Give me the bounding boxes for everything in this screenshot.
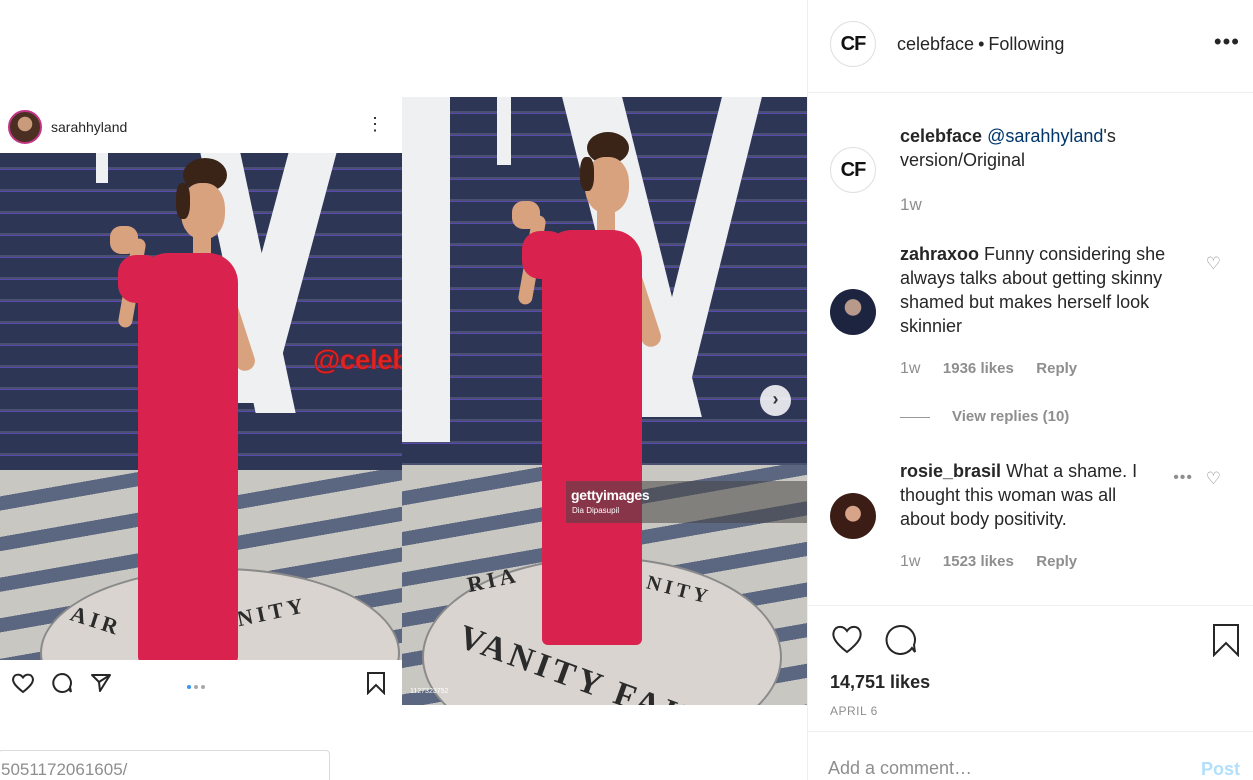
caption-meta: 1w (900, 195, 940, 215)
post-action-bar: 14,751 likes APRIL 6 (808, 605, 1253, 731)
add-comment-bar: Post (808, 731, 1253, 780)
reply-button[interactable]: Reply (1036, 360, 1077, 377)
comment-avatar[interactable] (830, 493, 876, 539)
author-avatar[interactable]: CF (830, 21, 876, 67)
bookmark-icon (367, 672, 385, 695)
comment-meta: 1w 1523 likes Reply (900, 553, 1095, 571)
comment-options-icon[interactable]: ••• (1173, 469, 1193, 487)
reply-button[interactable]: Reply (1036, 553, 1077, 570)
heart-icon (12, 673, 34, 694)
comment-time[interactable]: 1w (900, 360, 920, 377)
share-icon (91, 674, 111, 692)
getty-image-id: 1127323752 (410, 688, 449, 695)
embedded-username: sarahhyland (51, 119, 128, 135)
post-media: sarahhyland ⋮ AIR VANITY @celebface RIA … (0, 0, 807, 780)
chevron-right-icon: › (772, 389, 779, 409)
embedded-post-header: sarahhyland ⋮ (0, 108, 402, 148)
post-comment-button[interactable]: Post (1201, 759, 1240, 780)
view-replies-label: View replies (10) (952, 408, 1070, 425)
save-bookmark-icon[interactable] (1212, 623, 1240, 657)
comment-input[interactable] (828, 758, 1168, 779)
post-side-panel: CF celebface • Following ••• CF celebface … (807, 0, 1253, 780)
header-separator: • (978, 34, 985, 54)
like-heart-icon[interactable] (830, 623, 864, 655)
comment-likes[interactable]: 1936 likes (943, 360, 1014, 377)
next-slide-button[interactable]: › (760, 385, 791, 416)
comment-text: zahraxoo Funny considering she always ta… (900, 242, 1190, 338)
url-text: 5051172061605/ (1, 760, 128, 779)
comment-username[interactable]: zahraxoo (900, 244, 979, 264)
comment-avatar[interactable] (830, 289, 876, 335)
embedded-original-post: sarahhyland ⋮ AIR VANITY (0, 98, 402, 718)
caption-avatar[interactable]: CF (830, 147, 876, 193)
getty-logo: gettyimages (571, 487, 650, 503)
comment-meta: 1w 1936 likes Reply (900, 360, 1095, 378)
like-comment-heart-icon[interactable]: ♡ (1206, 254, 1221, 274)
carousel-dots (187, 676, 208, 694)
post-header: CF celebface • Following ••• (808, 0, 1253, 93)
like-comment-heart-icon[interactable]: ♡ (1206, 469, 1221, 489)
getty-credit: Dia Dipasupil (572, 506, 620, 515)
getty-photo: RIA VANITY VANITY FAIR (402, 97, 807, 705)
caption-text: celebface @sarahhyland's version/Origina… (900, 124, 1190, 172)
likes-count[interactable]: 14,751 likes (830, 672, 930, 693)
caption-time[interactable]: 1w (900, 195, 922, 214)
following-button[interactable]: Following (988, 34, 1064, 54)
author-username[interactable]: celebface (897, 34, 974, 54)
comment-text: rosie_brasil What a shame. I thought thi… (900, 459, 1150, 531)
more-options-icon[interactable]: ••• (1214, 29, 1240, 55)
comment-time[interactable]: 1w (900, 553, 920, 570)
comment-likes[interactable]: 1523 likes (943, 553, 1014, 570)
view-replies-button[interactable]: View replies (10) (900, 408, 1069, 425)
author-line: celebface • Following (897, 34, 1064, 55)
embedded-avatar (8, 110, 42, 144)
url-field: 5051172061605/ (0, 750, 330, 780)
post-date[interactable]: APRIL 6 (830, 704, 878, 718)
comment-username[interactable]: rosie_brasil (900, 461, 1001, 481)
embedded-photo: AIR VANITY (0, 153, 402, 660)
getty-watermark: gettyimages Dia Dipasupil (566, 481, 807, 523)
comment-icon (52, 672, 72, 693)
replies-divider (900, 416, 930, 418)
comment-icon[interactable] (884, 623, 918, 655)
more-vertical-icon: ⋮ (366, 114, 384, 134)
caption-mention[interactable]: @sarahhyland (987, 126, 1103, 146)
caption-username[interactable]: celebface (900, 126, 982, 146)
